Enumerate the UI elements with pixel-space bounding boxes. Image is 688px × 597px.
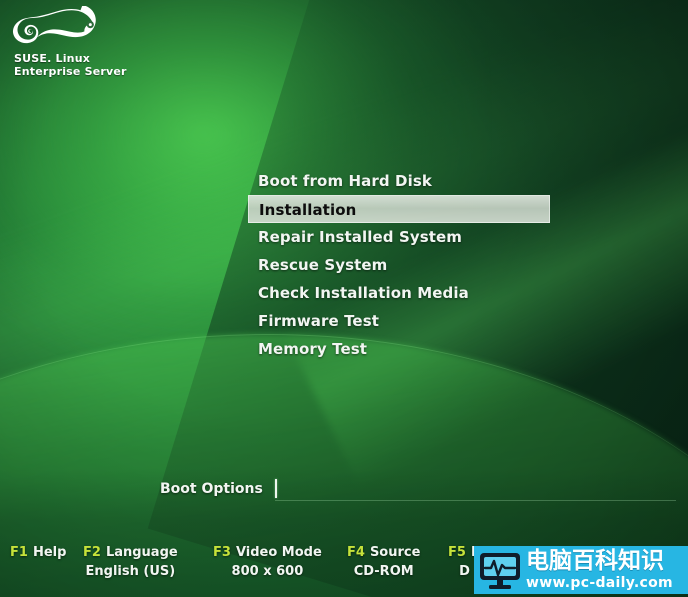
brand-text: SUSE. Linux Enterprise Server [14,52,190,78]
fkey-f1-help[interactable]: F1 Help [10,545,66,564]
fkey-f4-value: CD-ROM [353,564,414,579]
fkey-f1-row: F1 Help [10,545,66,560]
menu-item-memory-test[interactable]: Memory Test [248,335,550,363]
text-caret [274,478,277,498]
fkey-f5-key: F5 [448,545,466,560]
menu-item-installation[interactable]: Installation [248,195,550,223]
watermark-title: 电脑百科知识 [526,548,664,574]
fkey-f2-row: F2 Language [83,545,178,560]
suse-chameleon-icon [12,6,96,44]
watermark-overlay: 电脑百科知识 www.pc-daily.com [474,546,688,594]
boot-options-row: Boot Options [160,477,676,501]
watermark-url: www.pc-daily.com [526,575,673,591]
fkey-f3-key: F3 [213,545,231,560]
watermark-text: 电脑百科知识 www.pc-daily.com [526,548,673,591]
fkey-f4-name: Source [369,545,421,560]
fkey-f2-value: English (US) [85,564,176,579]
fkey-f2-key: F2 [83,545,101,560]
fkey-f2-language[interactable]: F2 Language English (US) [83,545,178,579]
boot-screen: SUSE. Linux Enterprise Server Boot from … [0,0,688,597]
fkey-f1-key: F1 [10,545,28,560]
fkey-f3-name: Video Mode [235,545,322,560]
menu-item-check-installation-media[interactable]: Check Installation Media [248,279,550,307]
boot-options-input[interactable] [274,478,676,501]
brand-line-1: SUSE. Linux [14,52,91,65]
monitor-pulse-icon [480,553,520,589]
fkey-f4-row: F4 Source [347,545,420,560]
menu-item-boot-from-hard-disk[interactable]: Boot from Hard Disk [248,167,550,195]
fkey-f3-video-mode[interactable]: F3 Video Mode 800 x 600 [213,545,322,579]
fkey-f2-name: Language [105,545,178,560]
fkey-f3-row: F3 Video Mode [213,545,322,560]
fkey-f4-key: F4 [347,545,365,560]
boot-menu[interactable]: Boot from Hard Disk Installation Repair … [248,167,550,363]
menu-item-rescue-system[interactable]: Rescue System [248,251,550,279]
menu-item-firmware-test[interactable]: Firmware Test [248,307,550,335]
menu-item-repair-installed-system[interactable]: Repair Installed System [248,223,550,251]
suse-logo: SUSE. Linux Enterprise Server [10,6,190,78]
brand-line-2: Enterprise Server [14,65,127,78]
fkey-f1-name: Help [32,545,67,560]
boot-options-label: Boot Options [160,481,263,497]
fkey-f4-source[interactable]: F4 Source CD-ROM [347,545,420,579]
fkey-f3-value: 800 x 600 [231,564,304,579]
